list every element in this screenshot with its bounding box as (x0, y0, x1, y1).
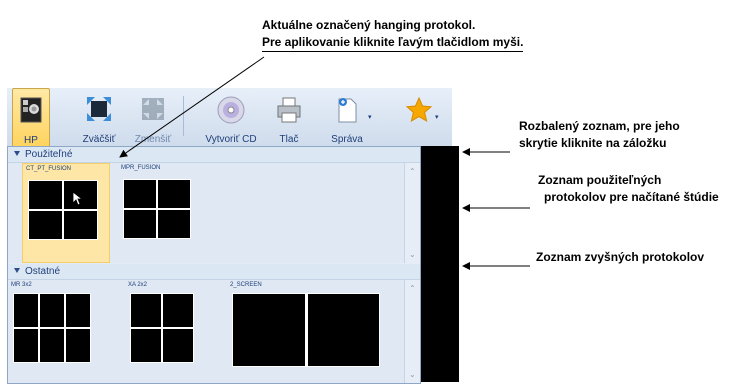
arrow-current-protocol (119, 56, 265, 158)
callout-arrows (119, 56, 530, 270)
